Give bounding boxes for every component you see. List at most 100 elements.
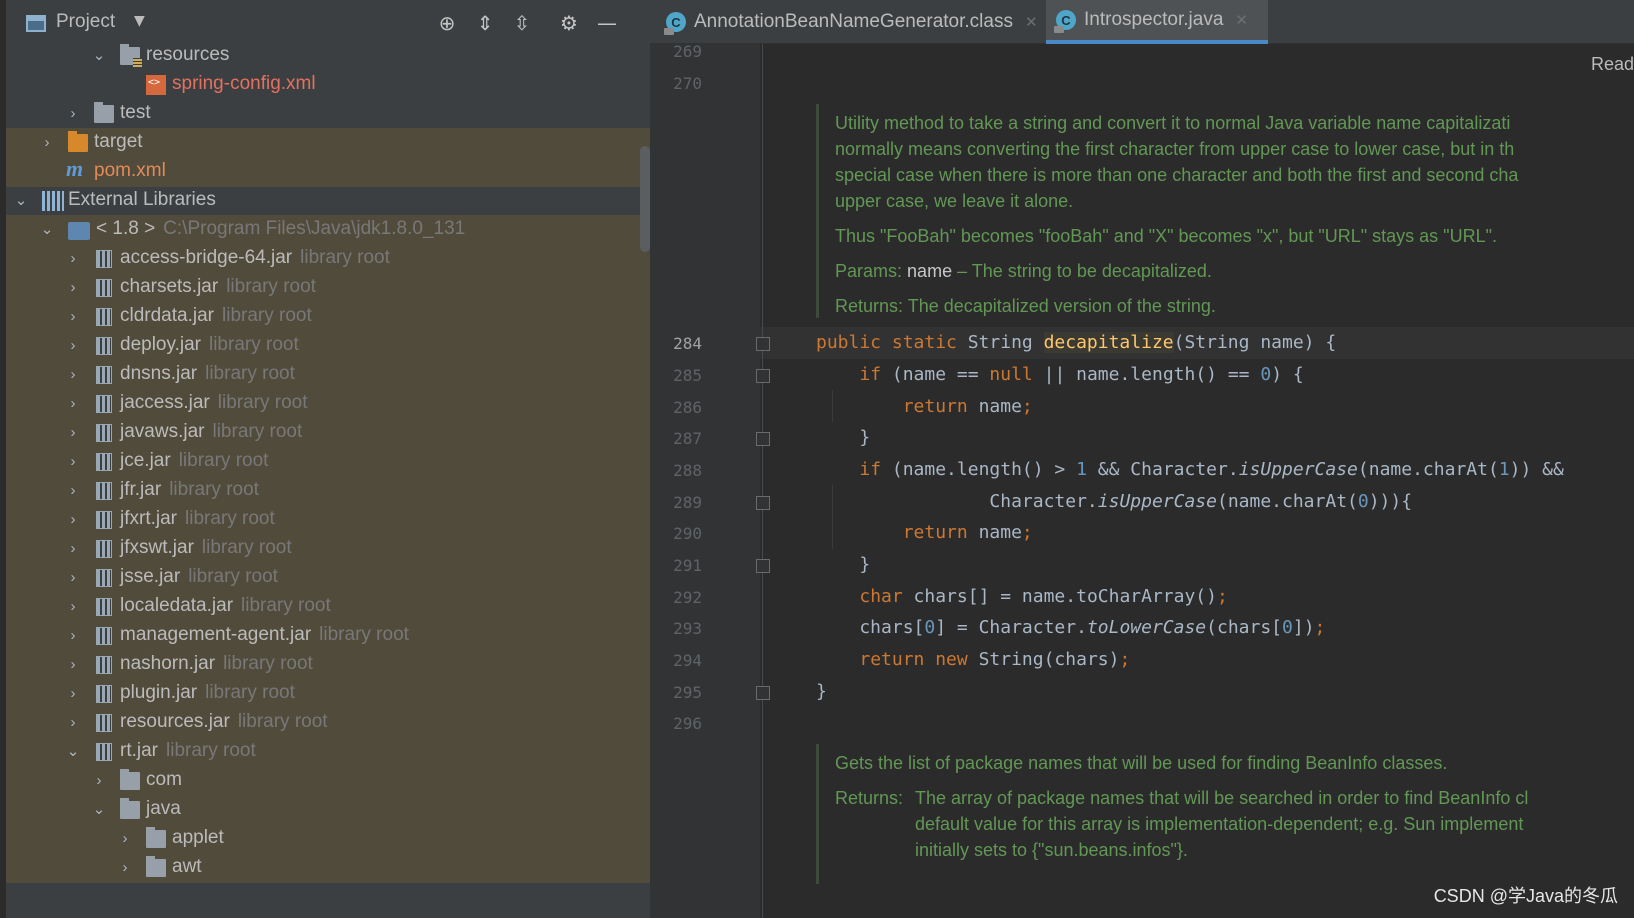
- tree-item-jar[interactable]: › jce.jar library root: [6, 447, 650, 477]
- jar-icon: [96, 279, 112, 297]
- code-line[interactable]: }: [816, 549, 870, 581]
- chevron-down-icon[interactable]: ⌄: [12, 190, 30, 212]
- chevron-down-icon[interactable]: ⌄: [38, 219, 56, 241]
- chevron-right-icon[interactable]: ›: [64, 335, 82, 357]
- code-line[interactable]: if (name == null || name.length() == 0) …: [816, 359, 1303, 391]
- chevron-down-icon[interactable]: ⌄: [90, 799, 108, 821]
- chevron-right-icon[interactable]: ›: [38, 132, 56, 154]
- tree-item-jar[interactable]: › jfr.jar library root: [6, 476, 650, 506]
- chevron-right-icon[interactable]: ›: [64, 422, 82, 444]
- fold-marker-icon[interactable]: [756, 337, 770, 351]
- tree-item-jar[interactable]: › cldrdata.jar library root: [6, 302, 650, 332]
- close-icon[interactable]: ✕: [1025, 13, 1038, 31]
- chevron-down-icon[interactable]: ⌄: [64, 741, 82, 763]
- fold-marker-icon[interactable]: [756, 686, 770, 700]
- gear-icon[interactable]: ⚙: [556, 10, 582, 36]
- chevron-right-icon[interactable]: ›: [64, 364, 82, 386]
- code-line[interactable]: return name;: [816, 517, 1033, 549]
- chevron-right-icon[interactable]: ›: [64, 277, 82, 299]
- chevron-right-icon[interactable]: ›: [64, 248, 82, 270]
- tree-item-resources[interactable]: ⌄ resources: [6, 41, 650, 71]
- expand-all-icon[interactable]: ⇕: [472, 10, 498, 36]
- tree-scrollbar[interactable]: [640, 146, 650, 252]
- reader-mode-toggle[interactable]: Read: [1591, 54, 1634, 75]
- tree-item-jar[interactable]: › access-bridge-64.jar library root: [6, 244, 650, 274]
- tree-item-package[interactable]: › applet: [6, 824, 650, 854]
- fold-marker-icon[interactable]: [756, 496, 770, 510]
- code-line[interactable]: Character.isUpperCase(name.charAt(0))){: [816, 486, 1412, 518]
- tree-item-jar[interactable]: › resources.jar library root: [6, 708, 650, 738]
- chevron-right-icon[interactable]: ›: [64, 103, 82, 125]
- chevron-down-icon[interactable]: ▼: [134, 13, 145, 29]
- close-icon[interactable]: ✕: [1235, 11, 1248, 29]
- fold-marker-icon[interactable]: [756, 369, 770, 383]
- tree-item-jar[interactable]: › jfxrt.jar library root: [6, 505, 650, 535]
- chevron-right-icon[interactable]: ›: [64, 509, 82, 531]
- chevron-right-icon[interactable]: ›: [64, 683, 82, 705]
- tree-item-spring-config[interactable]: spring-config.xml: [6, 70, 650, 100]
- chevron-right-icon[interactable]: ›: [116, 857, 134, 879]
- fold-marker-icon[interactable]: [756, 432, 770, 446]
- code-line[interactable]: char chars[] = name.toCharArray();: [816, 581, 1227, 613]
- tree-item-jar[interactable]: › deploy.jar library root: [6, 331, 650, 361]
- line-number: 269: [673, 42, 702, 61]
- code-line[interactable]: return name;: [816, 391, 1033, 423]
- tab-annotation-bean-name-generator[interactable]: C AnnotationBeanNameGenerator.class ✕: [662, 0, 1042, 44]
- code-line[interactable]: return new String(chars);: [816, 644, 1130, 676]
- tree-item-label: java: [146, 798, 181, 819]
- line-number: 286: [673, 398, 702, 417]
- tree-item-test[interactable]: › test: [6, 99, 650, 129]
- code-line[interactable]: public static String decapitalize(String…: [816, 327, 1336, 359]
- chevron-right-icon[interactable]: ›: [64, 538, 82, 560]
- locate-icon[interactable]: ⊕: [434, 10, 460, 36]
- tree-item-external-libraries[interactable]: ⌄ External Libraries: [6, 186, 650, 216]
- code-line[interactable]: chars[0] = Character.toLowerCase(chars[0…: [816, 612, 1325, 644]
- tree-item-jar[interactable]: › plugin.jar library root: [6, 679, 650, 709]
- tree-item-package[interactable]: ⌄ java: [6, 795, 650, 825]
- code-line[interactable]: }: [816, 676, 827, 708]
- tree-item-jar[interactable]: › management-agent.jar library root: [6, 621, 650, 651]
- chevron-right-icon[interactable]: ›: [64, 393, 82, 415]
- jar-icon: [96, 685, 112, 703]
- chevron-down-icon[interactable]: ⌄: [90, 45, 108, 67]
- tree-item-jar[interactable]: › jfxswt.jar library root: [6, 534, 650, 564]
- tree-item-package[interactable]: › com: [6, 766, 650, 796]
- tree-item-label: cldrdata.jar library root: [120, 305, 312, 326]
- chevron-right-icon[interactable]: ›: [90, 770, 108, 792]
- line-number: 285: [673, 366, 702, 385]
- tree-item-jar[interactable]: › jsse.jar library root: [6, 563, 650, 593]
- tab-introspector[interactable]: C Introspector.java ✕: [1046, 0, 1268, 44]
- editor-tabs: C AnnotationBeanNameGenerator.class ✕ C …: [650, 0, 1634, 44]
- tree-item-rt-jar[interactable]: ⌄ rt.jar library root: [6, 737, 650, 767]
- chevron-right-icon[interactable]: ›: [64, 306, 82, 328]
- chevron-right-icon[interactable]: ›: [64, 451, 82, 473]
- chevron-right-icon[interactable]: ›: [64, 654, 82, 676]
- chevron-right-icon[interactable]: ›: [64, 596, 82, 618]
- collapse-all-icon[interactable]: ⇳: [509, 10, 535, 36]
- project-view-selector[interactable]: Project: [56, 11, 115, 33]
- tree-item-jar[interactable]: › dnsns.jar library root: [6, 360, 650, 390]
- tree-item-pom[interactable]: m pom.xml: [6, 156, 650, 187]
- tree-item-target[interactable]: › target: [6, 128, 650, 158]
- fold-marker-icon[interactable]: [756, 559, 770, 573]
- chevron-right-icon[interactable]: ›: [64, 480, 82, 502]
- chevron-right-icon[interactable]: ›: [64, 567, 82, 589]
- code-line[interactable]: }: [816, 422, 870, 454]
- tree-item-jar[interactable]: › javaws.jar library root: [6, 418, 650, 448]
- chevron-right-icon[interactable]: ›: [64, 712, 82, 734]
- tree-item-jar[interactable]: › localedata.jar library root: [6, 592, 650, 622]
- tree-item-jar[interactable]: › jaccess.jar library root: [6, 389, 650, 419]
- project-icon: [26, 15, 46, 32]
- tree-item-package[interactable]: › awt: [6, 853, 650, 883]
- tree-item-jdk[interactable]: ⌄ < 1.8 > C:\Program Files\Java\jdk1.8.0_…: [6, 215, 650, 245]
- watermark: CSDN @学Java的冬瓜: [1433, 886, 1618, 906]
- tree-item-label: test: [120, 102, 151, 123]
- tree-item-jar[interactable]: › nashorn.jar library root: [6, 650, 650, 680]
- minimize-icon[interactable]: —: [594, 10, 620, 36]
- chevron-right-icon[interactable]: ›: [64, 625, 82, 647]
- chevron-right-icon[interactable]: ›: [116, 828, 134, 850]
- code-line[interactable]: if (name.length() > 1 && Character.isUpp…: [816, 454, 1563, 486]
- jar-icon: [96, 656, 112, 674]
- tree-item-jar[interactable]: › charsets.jar library root: [6, 273, 650, 303]
- jar-icon: [96, 540, 112, 558]
